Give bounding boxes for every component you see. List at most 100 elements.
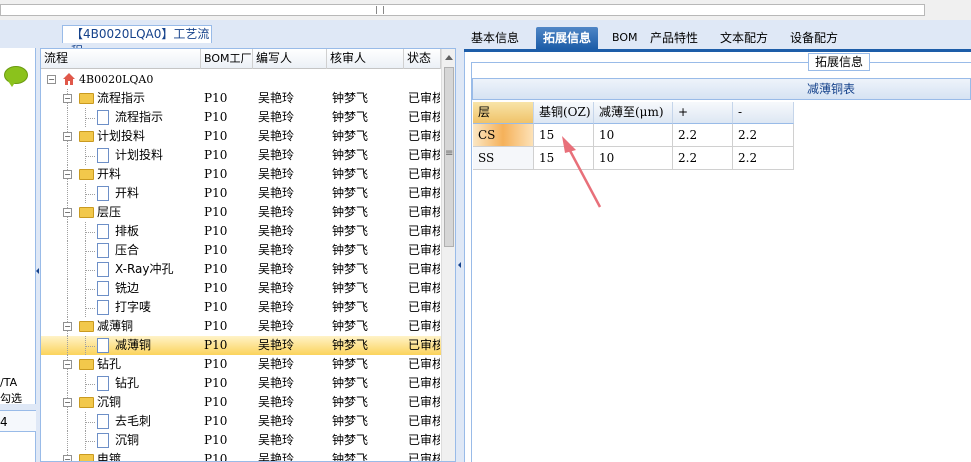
col-header-flow[interactable]: 流程: [41, 49, 201, 69]
reviewer-cell: 钟梦飞: [332, 319, 369, 333]
tree-node-label: 计划投料: [97, 129, 146, 143]
writer-cell: 吴艳玲: [258, 110, 295, 124]
tree-folder-row[interactable]: − 层压 P10 吴艳玲 钟梦飞 已审核: [41, 203, 441, 222]
expand-toggle-icon[interactable]: −: [63, 322, 72, 331]
tree-folder-row[interactable]: − 减薄铜 P10 吴艳玲 钟梦飞 已审核: [41, 317, 441, 336]
scrollbar-grip[interactable]: [376, 6, 384, 14]
factory-cell: P10: [204, 262, 228, 276]
tree-folder-row[interactable]: − 流程指示 P10 吴艳玲 钟梦飞 已审核: [41, 89, 441, 108]
table-cell[interactable]: 2.2: [733, 147, 794, 170]
tree-leaf-row[interactable]: 沉铜 P10 吴艳玲 钟梦飞 已审核: [41, 431, 441, 450]
tab-bom[interactable]: BOM: [612, 27, 638, 49]
collapse-left-icon[interactable]: [36, 268, 39, 274]
status-cell: 已审核: [408, 167, 440, 181]
tree-leaf-row[interactable]: 排板 P10 吴艳玲 钟梦飞 已审核: [41, 222, 441, 241]
expand-toggle-icon[interactable]: −: [47, 75, 56, 84]
tree-leaf-row[interactable]: 铣边 P10 吴艳玲 钟梦飞 已审核: [41, 279, 441, 298]
tab-product-characteristics[interactable]: 产品特性: [650, 27, 698, 49]
tree-line: [85, 232, 95, 233]
expand-toggle-icon[interactable]: −: [63, 94, 72, 103]
scroll-thumb[interactable]: [444, 67, 454, 247]
tree-leaf-row[interactable]: 流程指示 P10 吴艳玲 钟梦飞 已审核: [41, 108, 441, 127]
tree-leaf-row[interactable]: 减薄铜 P10 吴艳玲 钟梦飞 已审核: [41, 336, 441, 355]
factory-cell: P10: [204, 110, 228, 124]
collapse-center-icon[interactable]: [458, 262, 461, 268]
tree-leaf-row[interactable]: 钻孔 P10 吴艳玲 钟梦飞 已审核: [41, 374, 441, 393]
status-cell: 已审核: [408, 300, 440, 314]
tree-leaf-row[interactable]: 计划投料 P10 吴艳玲 钟梦飞 已审核: [41, 146, 441, 165]
scroll-up-icon[interactable]: [445, 55, 453, 60]
tree-folder-row[interactable]: − 钻孔 P10 吴艳玲 钟梦飞 已审核: [41, 355, 441, 374]
reviewer-cell: 钟梦飞: [332, 167, 369, 181]
writer-cell: 吴艳玲: [258, 243, 295, 257]
writer-cell: 吴艳玲: [258, 376, 295, 390]
col-header-writer[interactable]: 编写人: [253, 49, 327, 69]
tree-folder-row[interactable]: − 电镀 P10 吴艳玲 钟梦飞 已审核: [41, 450, 441, 461]
table-cell[interactable]: CS: [473, 124, 534, 147]
thin-copper-table-title: 减薄铜表: [472, 78, 971, 100]
expand-toggle-icon[interactable]: −: [63, 360, 72, 369]
factory-cell: P10: [204, 433, 228, 447]
reviewer-cell: 钟梦飞: [332, 148, 369, 162]
table-cell[interactable]: 10: [594, 147, 673, 170]
table-cell[interactable]: 2.2: [673, 124, 733, 147]
tab-extended-info[interactable]: 拓展信息: [536, 27, 599, 49]
writer-cell: 吴艳玲: [258, 224, 295, 238]
process-grid-header: 流程 BOM工厂 编写人 核审人 状态: [41, 49, 441, 69]
tab-text-recipe[interactable]: 文本配方: [720, 27, 768, 49]
status-cell: 已审核: [408, 338, 440, 352]
document-icon: [97, 281, 109, 296]
tree-leaf-row[interactable]: X-Ray冲孔 P10 吴艳玲 钟梦飞 已审核: [41, 260, 441, 279]
fieldset-legend: 拓展信息: [808, 53, 871, 71]
expand-toggle-icon[interactable]: −: [63, 208, 72, 217]
table-cell[interactable]: 2.2: [673, 147, 733, 170]
tree-node-label: 铣边: [115, 281, 140, 295]
tree-node-label: 去毛刺: [115, 414, 152, 428]
tree-leaf-row[interactable]: 开料 P10 吴艳玲 钟梦飞 已审核: [41, 184, 441, 203]
tree-leaf-row[interactable]: 打字唛 P10 吴艳玲 钟梦飞 已审核: [41, 298, 441, 317]
tab-equipment-recipe[interactable]: 设备配方: [790, 27, 838, 49]
factory-cell: P10: [204, 91, 228, 105]
tree-line: [67, 412, 68, 431]
stub-cell[interactable]: 4: [0, 410, 36, 432]
table-cell[interactable]: 15: [534, 147, 594, 170]
chat-bubble-icon[interactable]: [4, 66, 28, 87]
top-scrollbar[interactable]: [0, 0, 971, 20]
col-header-factory[interactable]: BOM工厂: [201, 49, 253, 69]
expand-toggle-icon[interactable]: −: [63, 170, 72, 179]
col-header-reviewer[interactable]: 核审人: [327, 49, 404, 69]
tree-line: [85, 156, 95, 157]
col-header-status[interactable]: 状态: [404, 49, 441, 69]
factory-cell: P10: [204, 186, 228, 200]
expand-toggle-icon[interactable]: −: [63, 398, 72, 407]
tree-line: [67, 298, 68, 317]
tree-leaf-row[interactable]: 压合 P10 吴艳玲 钟梦飞 已审核: [41, 241, 441, 260]
factory-cell: P10: [204, 395, 228, 409]
tree-folder-row[interactable]: − 计划投料 P10 吴艳玲 钟梦飞 已审核: [41, 127, 441, 146]
table-cell[interactable]: SS: [473, 147, 534, 170]
tree-folder-row[interactable]: − 沉铜 P10 吴艳玲 钟梦飞 已审核: [41, 393, 441, 412]
col-header-thin-to[interactable]: 减薄至(μm): [594, 102, 673, 124]
center-splitter[interactable]: [456, 20, 464, 462]
tree-folder-row[interactable]: − 开料 P10 吴艳玲 钟梦飞 已审核: [41, 165, 441, 184]
tab-basic-info[interactable]: 基本信息: [471, 27, 519, 49]
table-cell[interactable]: 10: [594, 124, 673, 147]
writer-cell: 吴艳玲: [258, 186, 295, 200]
col-header-plus[interactable]: +: [673, 102, 733, 124]
table-cell[interactable]: 2.2: [733, 124, 794, 147]
process-vertical-scrollbar[interactable]: [441, 49, 455, 461]
tree-leaf-row[interactable]: 去毛刺 P10 吴艳玲 钟梦飞 已审核: [41, 412, 441, 431]
document-icon: [97, 148, 109, 163]
table-cell[interactable]: 15: [534, 124, 594, 147]
expand-toggle-icon[interactable]: −: [63, 132, 72, 141]
status-cell: 已审核: [408, 148, 440, 162]
tree-line: [67, 336, 68, 355]
writer-cell: 吴艳玲: [258, 205, 295, 219]
tree-root-row[interactable]: − 4B0020LQA0: [41, 70, 441, 89]
col-header-base-copper[interactable]: 基铜(OZ): [534, 102, 594, 124]
col-header-minus[interactable]: -: [733, 102, 794, 124]
document-icon: [97, 224, 109, 239]
scrollbar-track[interactable]: [0, 4, 925, 16]
expand-toggle-icon[interactable]: −: [63, 455, 72, 461]
col-header-layer[interactable]: 层: [473, 102, 534, 124]
